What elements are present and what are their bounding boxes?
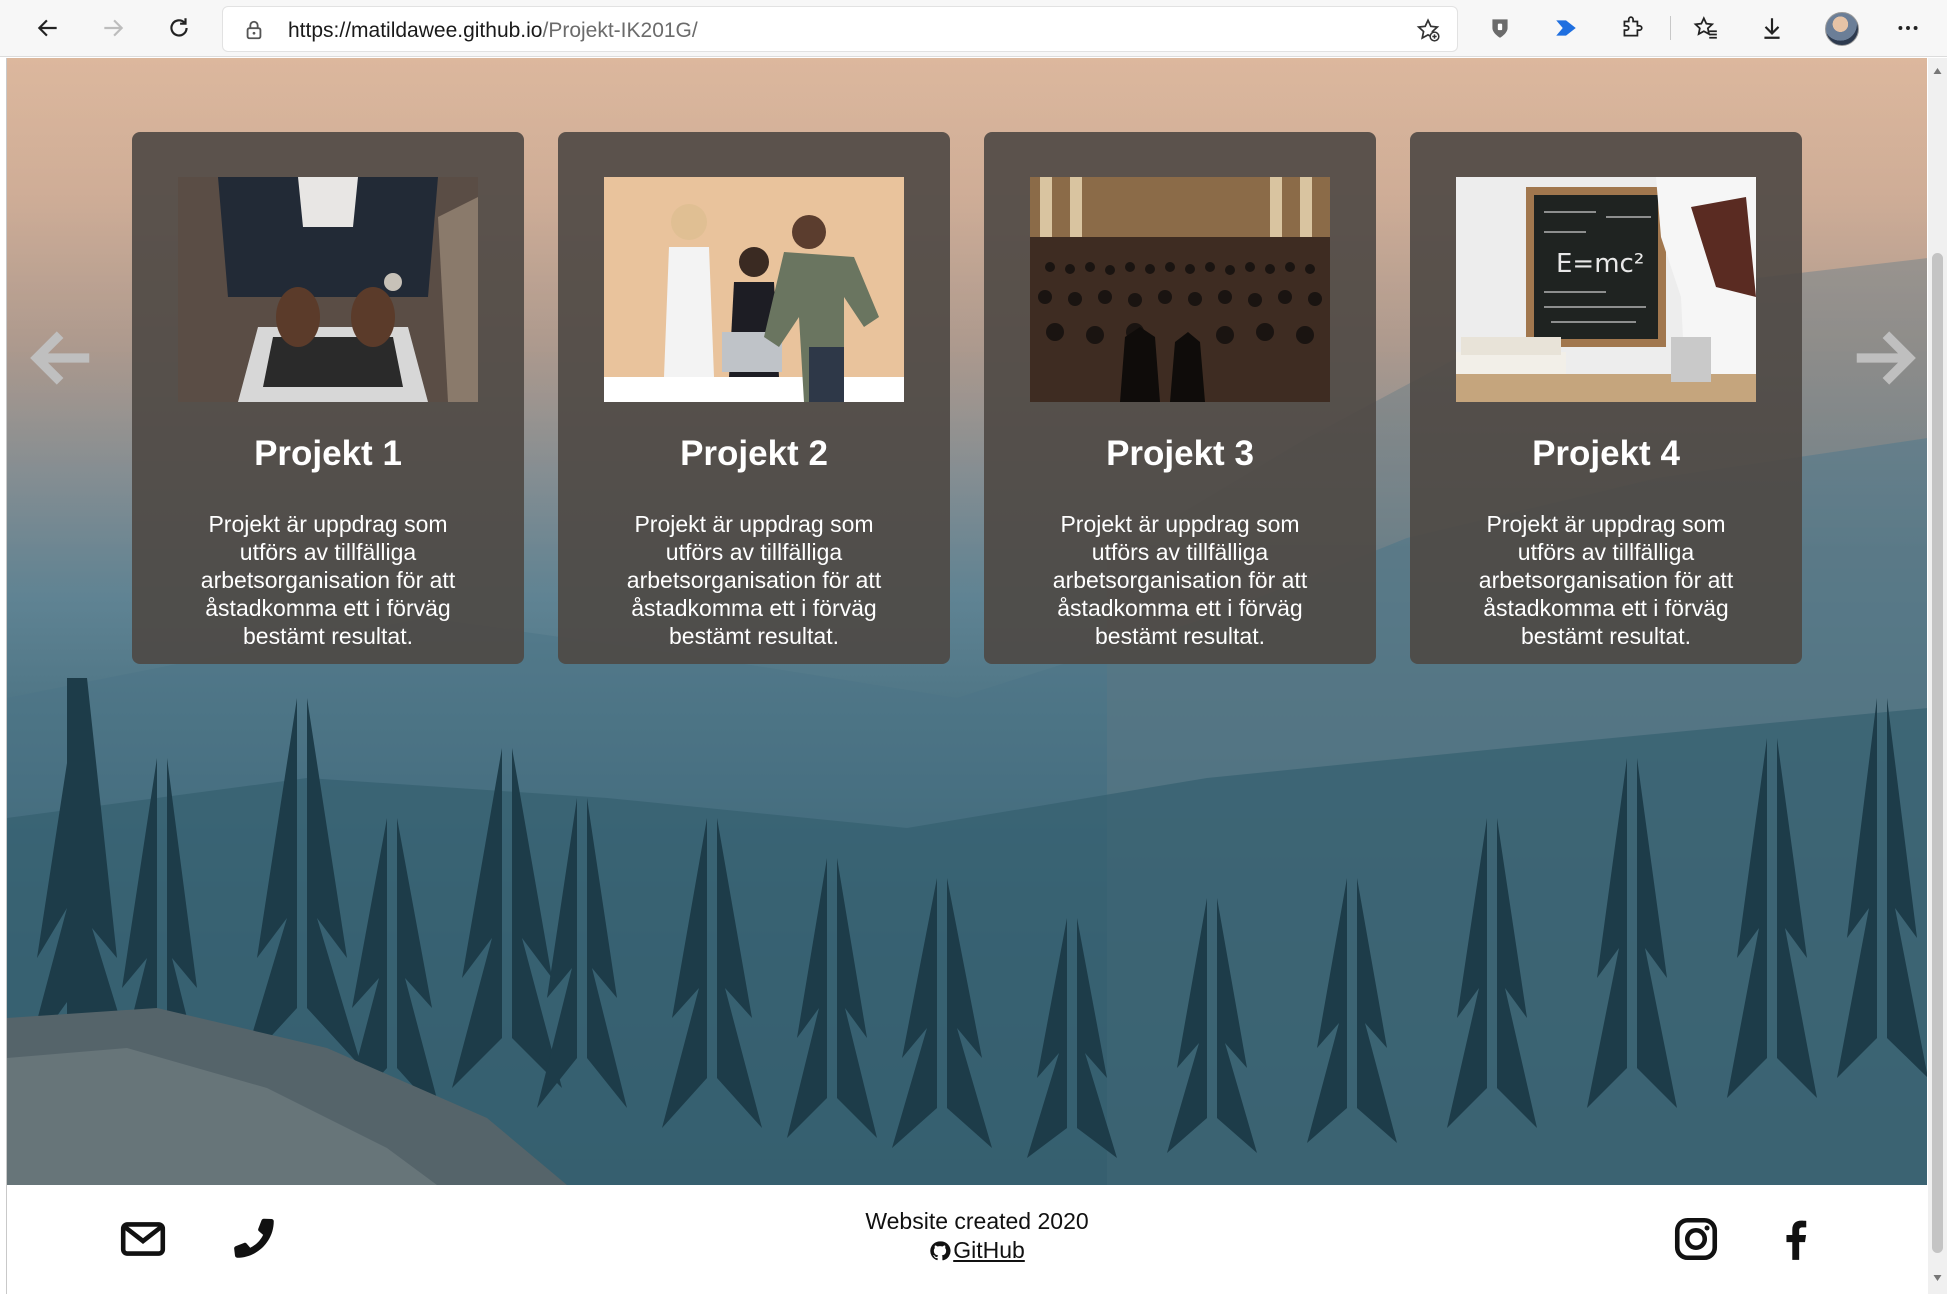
project-4-title: Projekt 4 xyxy=(1532,434,1680,473)
svg-text:E=mc²: E=mc² xyxy=(1556,249,1644,279)
arrow-left-icon[interactable] xyxy=(25,320,101,396)
scrollbar-thumb[interactable] xyxy=(1932,253,1943,1253)
site-footer: Website created 2020 GitHub xyxy=(7,1185,1927,1294)
project-card-1[interactable]: Projekt 1 Projekt är uppdrag som utförs … xyxy=(132,132,524,664)
shield-extension-icon[interactable] xyxy=(1484,12,1516,44)
instagram-icon[interactable] xyxy=(1670,1213,1722,1265)
footer-credits: Website created 2020 GitHub xyxy=(767,1207,1187,1269)
puzzle-icon[interactable] xyxy=(1616,12,1648,44)
project-3-title: Projekt 3 xyxy=(1106,434,1254,473)
envelope-icon[interactable] xyxy=(117,1213,169,1265)
project-2-title: Projekt 2 xyxy=(680,434,828,473)
project-4-description: Projekt är uppdrag som utförs av tillfäl… xyxy=(1478,511,1734,649)
project-card-2[interactable]: Projekt 2 Projekt är uppdrag som utförs … xyxy=(558,132,950,664)
project-1-description: Projekt är uppdrag som utförs av tillfäl… xyxy=(200,511,456,649)
page-viewport: Projekt 1 Projekt är uppdrag som utförs … xyxy=(6,58,1927,1294)
browser-toolbar: https://matildawee.github.io/Projekt-IK2… xyxy=(0,0,1947,57)
scroll-up-icon[interactable] xyxy=(1932,66,1943,76)
facebook-icon[interactable] xyxy=(1769,1213,1821,1265)
project-3-description: Projekt är uppdrag som utförs av tillfäl… xyxy=(1052,511,1308,649)
address-bar[interactable]: https://matildawee.github.io/Projekt-IK2… xyxy=(222,6,1458,52)
project-1-image xyxy=(178,177,478,402)
created-text: Website created 2020 xyxy=(865,1208,1089,1234)
project-2-description: Projekt är uppdrag som utförs av tillfäl… xyxy=(626,511,882,649)
github-icon xyxy=(930,1240,951,1260)
arrow-right-icon[interactable] xyxy=(1845,320,1921,396)
url-host: https://matildawee.github.io xyxy=(288,19,543,42)
project-2-image xyxy=(604,177,904,402)
github-link-label[interactable]: GitHub xyxy=(953,1236,1025,1265)
project-card-3[interactable]: Projekt 3 Projekt är uppdrag som utförs … xyxy=(984,132,1376,664)
lock-icon[interactable] xyxy=(243,19,265,41)
project-card-4[interactable]: E=mc² Projekt 4 Projekt är uppdrag som u… xyxy=(1410,132,1802,664)
send-extension-icon[interactable] xyxy=(1550,12,1582,44)
back-arrow-icon[interactable] xyxy=(28,8,68,48)
vertical-scrollbar[interactable] xyxy=(1928,58,1947,1294)
phone-icon[interactable] xyxy=(229,1213,281,1265)
forward-arrow-icon[interactable] xyxy=(93,8,133,48)
toolbar-divider xyxy=(1670,16,1671,40)
scroll-down-icon[interactable] xyxy=(1932,1273,1943,1283)
project-4-image: E=mc² xyxy=(1456,177,1756,402)
more-icon[interactable] xyxy=(1892,12,1924,44)
url-text: https://matildawee.github.io/Projekt-IK2… xyxy=(288,19,698,43)
refresh-icon[interactable] xyxy=(159,8,199,48)
github-link[interactable]: GitHub xyxy=(929,1236,1025,1265)
favorites-icon[interactable] xyxy=(1690,12,1722,44)
project-3-image xyxy=(1030,177,1330,402)
add-favorite-icon[interactable] xyxy=(1415,17,1441,43)
download-icon[interactable] xyxy=(1756,12,1788,44)
hero-background: Projekt 1 Projekt är uppdrag som utförs … xyxy=(7,58,1927,1185)
url-path: /Projekt-IK201G/ xyxy=(542,19,698,42)
project-1-title: Projekt 1 xyxy=(254,434,402,473)
avatar[interactable] xyxy=(1825,12,1859,46)
